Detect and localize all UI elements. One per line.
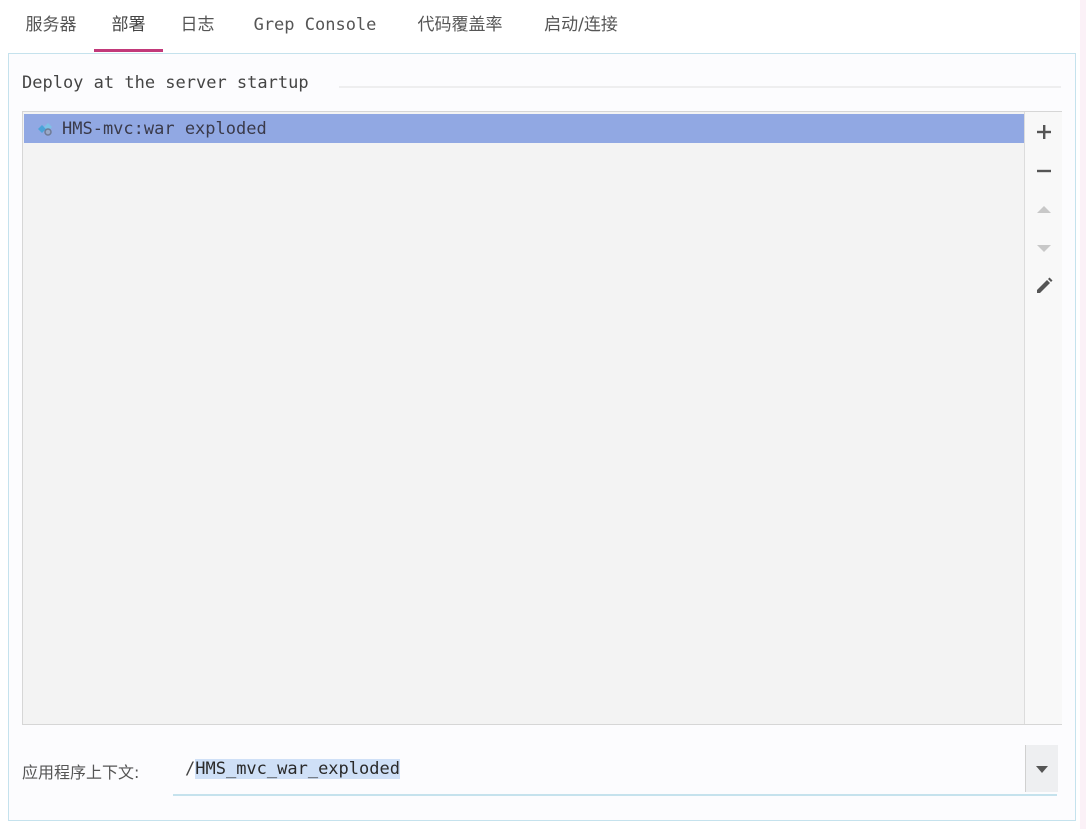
move-down-icon [1036, 245, 1051, 252]
move-up-button[interactable] [1025, 195, 1062, 225]
edit-pencil-icon [1036, 277, 1052, 293]
minus-icon [1036, 169, 1051, 173]
tab-bar: 服务器 部署 日志 Grep Console 代码覆盖率 启动/连接 [8, 0, 1078, 52]
context-dropdown-button[interactable] [1025, 745, 1058, 792]
deployment-panel: Deploy at the server startup HMS-mvc:war… [8, 53, 1076, 821]
context-prefix: / [185, 759, 196, 779]
move-down-button[interactable] [1025, 233, 1062, 263]
artifact-row[interactable]: HMS-mvc:war exploded [24, 114, 1024, 143]
tab-grep-console[interactable]: Grep Console [232, 0, 398, 52]
tab-server[interactable]: 服务器 [8, 0, 94, 52]
artifact-list-area[interactable]: HMS-mvc:war exploded [23, 112, 1024, 724]
move-up-icon [1036, 206, 1051, 213]
remove-button[interactable] [1025, 156, 1062, 186]
context-combobox[interactable]: /HMS_mvc_war_exploded [173, 745, 1058, 796]
section-title: Deploy at the server startup [22, 73, 319, 93]
artifact-list: HMS-mvc:war exploded [22, 111, 1062, 725]
context-label: 应用程序上下文: [22, 763, 140, 782]
tab-code-coverage[interactable]: 代码覆盖率 [398, 0, 522, 52]
tab-logs[interactable]: 日志 [163, 0, 232, 52]
context-input[interactable]: /HMS_mvc_war_exploded [173, 745, 1025, 794]
section-divider [339, 86, 1061, 88]
tab-deployment[interactable]: 部署 [94, 0, 163, 52]
artifact-icon [38, 122, 52, 136]
artifact-label: HMS-mvc:war exploded [62, 118, 267, 139]
tab-startup-connection[interactable]: 启动/连接 [522, 0, 640, 52]
list-toolbar [1024, 112, 1062, 724]
edit-button[interactable] [1025, 271, 1062, 301]
window-edge [1080, 0, 1086, 829]
add-button[interactable] [1025, 117, 1062, 147]
plus-icon [1036, 125, 1051, 139]
context-value: HMS_mvc_war_exploded [195, 759, 400, 779]
chevron-down-icon [1036, 765, 1048, 773]
